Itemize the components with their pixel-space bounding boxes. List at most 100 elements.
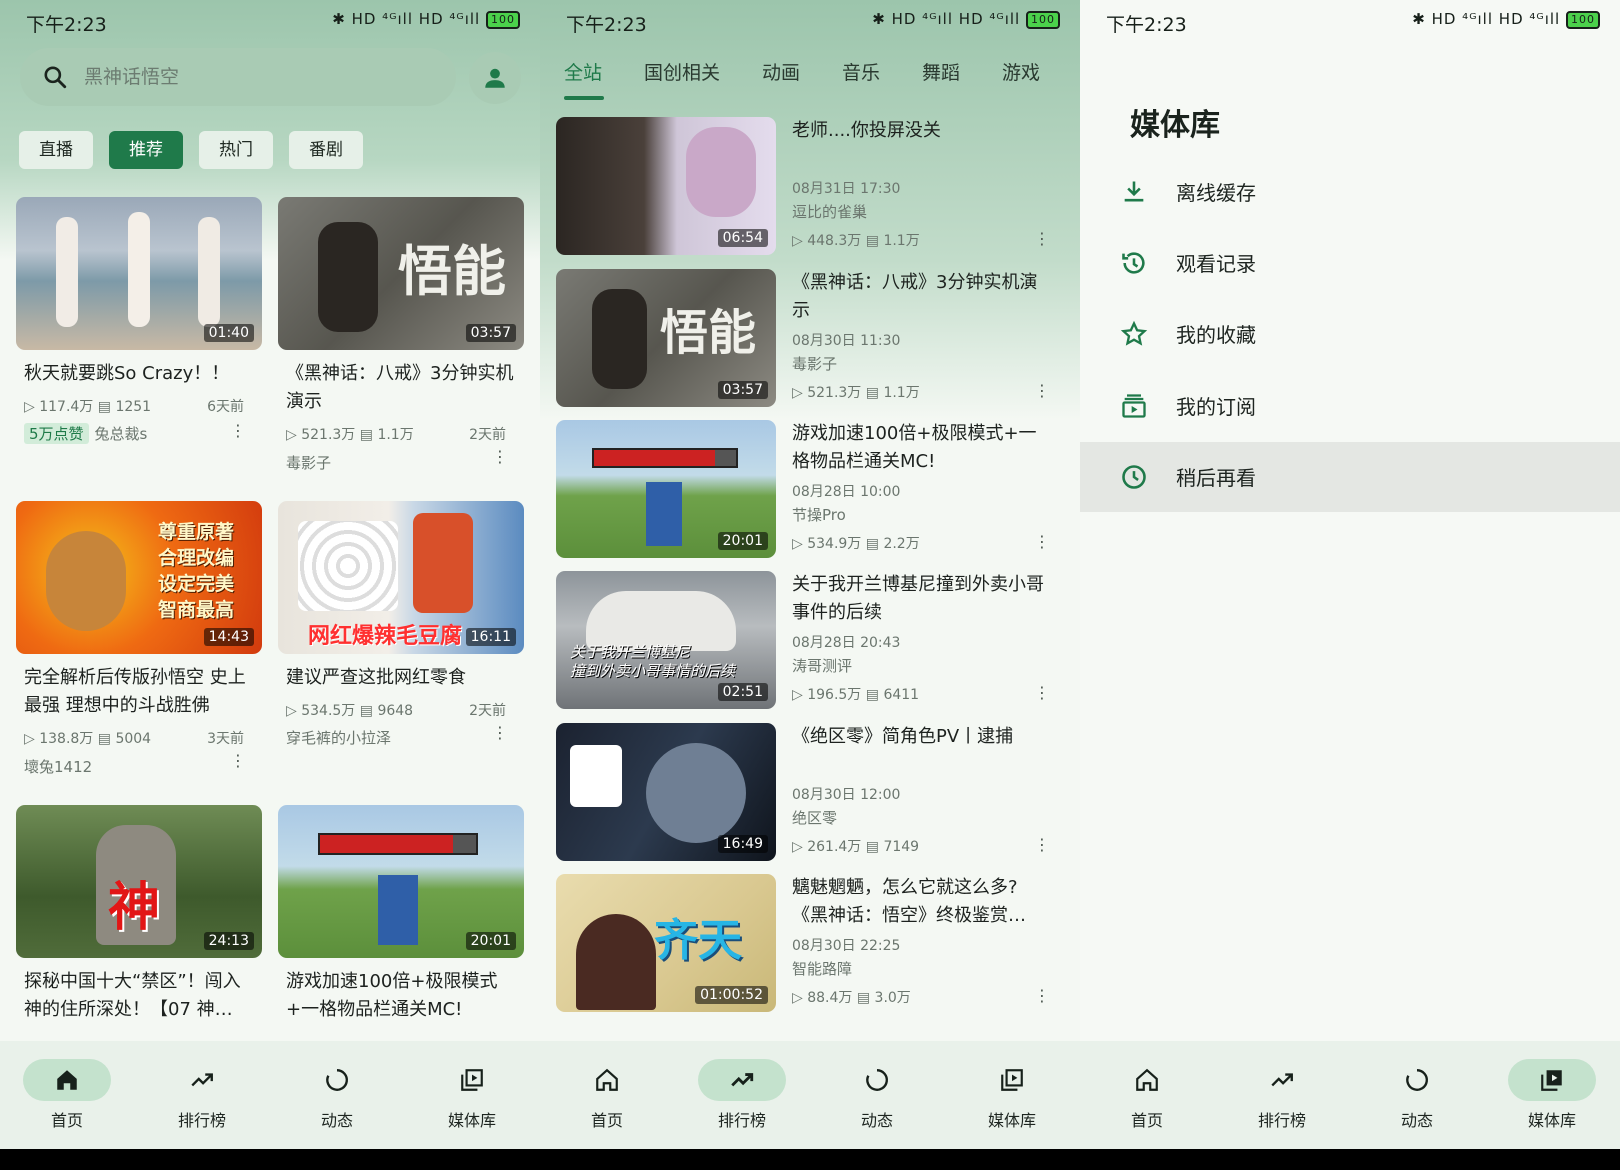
nav-library[interactable]: 媒体库 bbox=[1507, 1059, 1597, 1131]
status-bar: 下午2:23 ✱ HD ⁴ᴳıll HD ⁴ᴳıll 100 bbox=[0, 0, 540, 44]
video-title: 秋天就要跳So Crazy！！ bbox=[24, 363, 230, 384]
more-options-icon[interactable]: ⋮ bbox=[1034, 532, 1050, 551]
nav-home[interactable]: 首页 bbox=[1102, 1059, 1192, 1131]
chip-recommend[interactable]: 推荐 bbox=[109, 131, 183, 169]
tab-all[interactable]: 全站 bbox=[564, 58, 602, 85]
thumbnail-caption: 神 bbox=[108, 878, 161, 938]
bottom-navigation: 首页 排行榜 动态 媒体库 bbox=[0, 1041, 540, 1149]
video-thumbnail[interactable]: 06:54 bbox=[556, 117, 776, 255]
video-stats: ▷ 521.3万 ▤ 1.1万 bbox=[792, 385, 920, 401]
video-card[interactable]: 01:40 秋天就要跳So Crazy！！ ▷ 117.4万 ▤ 1251 6天前… bbox=[16, 197, 262, 497]
video-thumbnail[interactable]: 20:01 bbox=[556, 420, 776, 558]
video-duration: 24:13 bbox=[203, 932, 254, 950]
library-item-watch-later[interactable]: 稍后再看 bbox=[1080, 442, 1620, 512]
nav-library[interactable]: 媒体库 bbox=[967, 1059, 1057, 1131]
video-thumbnail[interactable]: 齐天 01:00:52 bbox=[556, 874, 776, 1012]
video-thumbnail[interactable]: 悟能 03:57 bbox=[278, 197, 524, 350]
video-thumbnail[interactable]: 网红爆辣毛豆腐 16:11 bbox=[278, 501, 524, 654]
ranking-tabs: 全站 国创相关 动画 音乐 舞蹈 游戏 bbox=[540, 52, 1080, 102]
trending-icon bbox=[1271, 1073, 1293, 1087]
library-icon bbox=[461, 1069, 483, 1091]
video-title: 建议严查这批网红零食 bbox=[286, 667, 466, 688]
tab-dance[interactable]: 舞蹈 bbox=[922, 58, 960, 85]
tab-game[interactable]: 游戏 bbox=[1002, 58, 1040, 85]
video-author: 逗比的雀巢 bbox=[792, 203, 868, 221]
library-item-history[interactable]: 观看记录 bbox=[1080, 228, 1620, 298]
nav-ranking[interactable]: 排行榜 bbox=[1237, 1059, 1327, 1131]
nav-home[interactable]: 首页 bbox=[562, 1059, 652, 1131]
home-screen: 下午2:23 ✱ HD ⁴ᴳıll HD ⁴ᴳıll 100 直播 推荐 热门 … bbox=[0, 0, 540, 1149]
video-card[interactable]: 20:01 游戏加速100倍+极限模式+一格物品栏通关MC! bbox=[278, 805, 524, 1037]
video-card[interactable]: 网红爆辣毛豆腐 16:11 建议严查这批网红零食 ▷ 534.5万 ▤ 9648… bbox=[278, 501, 524, 801]
more-options-icon[interactable]: ⋮ bbox=[1034, 683, 1050, 702]
more-options-icon[interactable]: ⋮ bbox=[492, 723, 508, 742]
more-options-icon[interactable]: ⋮ bbox=[1034, 986, 1050, 1005]
nav-home[interactable]: 首页 bbox=[22, 1059, 112, 1131]
nav-dynamic[interactable]: 动态 bbox=[832, 1059, 922, 1131]
more-options-icon[interactable]: ⋮ bbox=[230, 421, 246, 440]
video-thumbnail[interactable]: 尊重原著 合理改编 设定完美 智商最高 14:43 bbox=[16, 501, 262, 654]
avatar-button[interactable] bbox=[469, 52, 521, 104]
bottom-navigation: 首页 排行榜 动态 媒体库 bbox=[1080, 1041, 1620, 1149]
search-input[interactable] bbox=[84, 58, 424, 96]
battery-icon: 100 bbox=[1026, 10, 1060, 29]
library-icon bbox=[1001, 1069, 1023, 1091]
home-icon bbox=[596, 1068, 618, 1091]
list-item[interactable]: 16:49 《绝区零》简角色PV丨逮捕 08月30日 12:00 绝区零 ▷ 2… bbox=[556, 723, 1080, 863]
tab-indicator bbox=[564, 96, 604, 100]
nav-ranking[interactable]: 排行榜 bbox=[697, 1059, 787, 1131]
list-item[interactable]: 20:01 游戏加速100倍+极限模式+一格物品栏通关MC! 08月28日 10… bbox=[556, 420, 1080, 560]
nav-dynamic[interactable]: 动态 bbox=[292, 1059, 382, 1131]
list-item[interactable]: 齐天 01:00:52 魑魅魍魉，怎么它就这么多?《黑神话：悟空》终极鉴赏… 0… bbox=[556, 874, 1080, 1014]
video-card[interactable]: 悟能 03:57 《黑神话：八戒》3分钟实机演示 ▷ 521.3万 ▤ 1.1万… bbox=[278, 197, 524, 497]
nav-library[interactable]: 媒体库 bbox=[427, 1059, 517, 1131]
video-title: 游戏加速100倍+极限模式+一格物品栏通关MC! bbox=[286, 971, 498, 1020]
more-options-icon[interactable]: ⋮ bbox=[1034, 229, 1050, 248]
video-thumbnail[interactable]: 20:01 bbox=[278, 805, 524, 958]
video-duration: 16:11 bbox=[465, 628, 516, 646]
search-bar[interactable] bbox=[20, 48, 456, 106]
video-thumbnail[interactable]: 关于我开兰博基尼 撞到外卖小哥事情的后续 02:51 bbox=[556, 571, 776, 709]
nav-dynamic[interactable]: 动态 bbox=[1372, 1059, 1462, 1131]
thumbnail-caption: 齐天 bbox=[654, 915, 742, 966]
chip-live[interactable]: 直播 bbox=[19, 131, 93, 169]
more-options-icon[interactable]: ⋮ bbox=[230, 751, 246, 770]
more-options-icon[interactable]: ⋮ bbox=[1034, 835, 1050, 854]
tab-guochuang[interactable]: 国创相关 bbox=[644, 58, 720, 85]
video-thumbnail[interactable]: 悟能 03:57 bbox=[556, 269, 776, 407]
video-thumbnail[interactable]: 神 24:13 bbox=[16, 805, 262, 958]
video-stats: ▷ 448.3万 ▤ 1.1万 bbox=[792, 233, 920, 249]
chip-hot[interactable]: 热门 bbox=[199, 131, 273, 169]
video-thumbnail[interactable]: 01:40 bbox=[16, 197, 262, 350]
clock-icon bbox=[1122, 465, 1146, 489]
battery-icon: 100 bbox=[1566, 10, 1600, 29]
status-time: 下午2:23 bbox=[1106, 14, 1187, 36]
video-date: 08月30日 22:25 bbox=[792, 938, 901, 954]
library-item-offline[interactable]: 离线缓存 bbox=[1080, 157, 1620, 227]
tab-music[interactable]: 音乐 bbox=[842, 58, 880, 85]
list-item[interactable]: 悟能 03:57 《黑神话：八戒》3分钟实机演示 08月30日 11:30 毒影… bbox=[556, 269, 1080, 409]
library-item-favorites[interactable]: 我的收藏 bbox=[1080, 299, 1620, 369]
list-item[interactable]: 关于我开兰博基尼 撞到外卖小哥事情的后续 02:51 关于我开兰博基尼撞到外卖小… bbox=[556, 571, 1080, 711]
nav-ranking[interactable]: 排行榜 bbox=[157, 1059, 247, 1131]
video-title: 《绝区零》简角色PV丨逮捕 bbox=[792, 726, 1014, 747]
list-item[interactable]: 06:54 老师....你投屏没关 08月31日 17:30 逗比的雀巢 ▷ 4… bbox=[556, 117, 1080, 257]
video-stats: ▷ 261.4万 ▤ 7149 bbox=[792, 839, 920, 855]
more-options-icon[interactable]: ⋮ bbox=[1034, 381, 1050, 400]
more-options-icon[interactable]: ⋮ bbox=[492, 447, 508, 466]
trending-icon bbox=[731, 1073, 754, 1087]
library-item-subscriptions[interactable]: 我的订阅 bbox=[1080, 371, 1620, 441]
status-time: 下午2:23 bbox=[566, 14, 647, 36]
video-stats: ▷ 534.5万 ▤ 9648 2天前 bbox=[286, 703, 506, 719]
video-card[interactable]: 神 24:13 探秘中国十大“禁区”！闯入神的住所深处！【07 神… bbox=[16, 805, 262, 1037]
user-icon bbox=[485, 68, 505, 88]
category-chips: 直播 推荐 热门 番剧 bbox=[19, 131, 363, 169]
chip-bangumi[interactable]: 番剧 bbox=[289, 131, 363, 169]
video-title: 游戏加速100倍+极限模式+一格物品栏通关MC! bbox=[792, 423, 1037, 472]
search-icon bbox=[44, 66, 67, 89]
video-stats: ▷ 88.4万 ▤ 3.0万 bbox=[792, 990, 911, 1006]
video-author: 智能路障 bbox=[792, 960, 853, 978]
tab-animation[interactable]: 动画 bbox=[762, 58, 800, 85]
video-thumbnail[interactable]: 16:49 bbox=[556, 723, 776, 861]
video-card[interactable]: 尊重原著 合理改编 设定完美 智商最高 14:43 完全解析后传版孙悟空 史上最… bbox=[16, 501, 262, 801]
